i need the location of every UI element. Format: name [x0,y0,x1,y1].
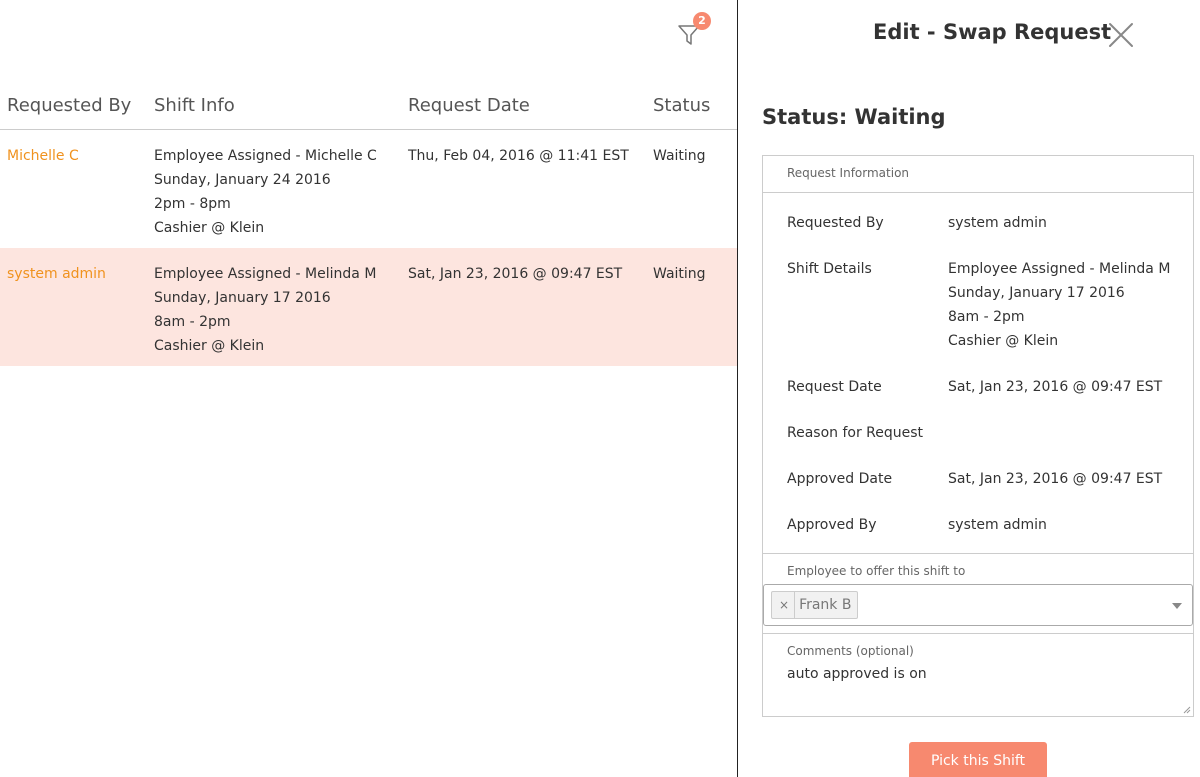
table-row[interactable]: Michelle C Employee Assigned - Michelle … [0,130,737,248]
field-value: system admin [948,215,1047,231]
resize-handle-icon[interactable] [1183,706,1191,714]
shift-info-line: Employee Assigned - Melinda M [154,266,377,282]
field-value: Sat, Jan 23, 2016 @ 09:47 EST [948,471,1163,487]
shift-info: Employee Assigned - Michelle C Sunday, J… [154,144,377,240]
request-date: Sat, Jan 23, 2016 @ 09:47 EST [408,266,623,282]
field-label: Reason for Request [787,425,924,441]
request-info-box: Request Information Requested By system … [762,155,1194,717]
request-info-header: Request Information [763,156,1193,193]
table-header: Requested By Shift Info Request Date Sta… [0,92,737,130]
panel-title: Edit - Swap Request [873,20,1112,44]
filter-count-badge: 2 [693,12,711,30]
comments-label: Comments (optional) [787,644,914,658]
pick-shift-button[interactable]: Pick this Shift [909,742,1047,777]
shift-info: Employee Assigned - Melinda M Sunday, Ja… [154,262,376,358]
shift-detail-line: Cashier @ Klein [948,333,1059,349]
field-value: Sat, Jan 23, 2016 @ 09:47 EST [948,379,1163,395]
field-value: Employee Assigned - Melinda M Sunday, Ja… [948,257,1198,353]
field-value: system admin [948,517,1047,533]
field-label: Request Date [787,379,882,395]
close-button[interactable] [1108,22,1134,48]
shift-detail-line: Sunday, January 17 2016 [948,285,1125,301]
request-info-header-label: Request Information [787,166,910,180]
shift-info-line: 8am - 2pm [154,314,231,330]
shift-info-line: Sunday, January 24 2016 [154,172,331,188]
requester-link[interactable]: Michelle C [7,144,79,168]
status-heading: Status: Waiting [762,105,946,129]
table-row-selected[interactable]: system admin Employee Assigned - Melinda… [0,248,737,366]
comments-textarea[interactable]: auto approved is on [787,666,1177,682]
request-date: Thu, Feb 04, 2016 @ 11:41 EST [408,148,629,164]
shift-detail-line: Employee Assigned - Melinda M [948,261,1171,277]
selected-employee-name: Frank B [799,597,852,613]
remove-tag-button[interactable]: × [772,592,796,618]
shift-info-line: Cashier @ Klein [154,338,265,354]
section-divider [763,553,1193,554]
requester-link[interactable]: system admin [7,262,106,286]
edit-panel: Edit - Swap Request Status: Waiting Requ… [738,0,1200,777]
offer-employee-select[interactable]: × Frank B [763,584,1193,626]
section-divider [763,633,1193,634]
shift-info-line: Cashier @ Klein [154,220,265,236]
field-label: Shift Details [787,261,872,277]
shift-info-line: Sunday, January 17 2016 [154,290,331,306]
field-label: Approved By [787,517,877,533]
field-label: Requested By [787,215,884,231]
chevron-down-icon[interactable] [1172,603,1182,609]
filter-button[interactable]: 2 [676,12,711,52]
field-label: Approved Date [787,471,893,487]
column-header-requested-by[interactable]: Requested By [7,95,131,116]
column-header-shift-info[interactable]: Shift Info [154,95,235,116]
close-icon [1109,23,1133,47]
shift-info-line: 2pm - 8pm [154,196,231,212]
status-text: Waiting [653,266,706,282]
selected-employee-tag: × Frank B [771,591,859,619]
shift-info-line: Employee Assigned - Michelle C [154,148,377,164]
column-header-status[interactable]: Status [653,95,710,116]
status-text: Waiting [653,148,706,164]
offer-employee-label: Employee to offer this shift to [787,564,966,578]
swap-request-list: 2 Requested By Shift Info Request Date S… [0,0,737,777]
column-header-request-date[interactable]: Request Date [408,95,530,116]
shift-detail-line: 8am - 2pm [948,309,1025,325]
